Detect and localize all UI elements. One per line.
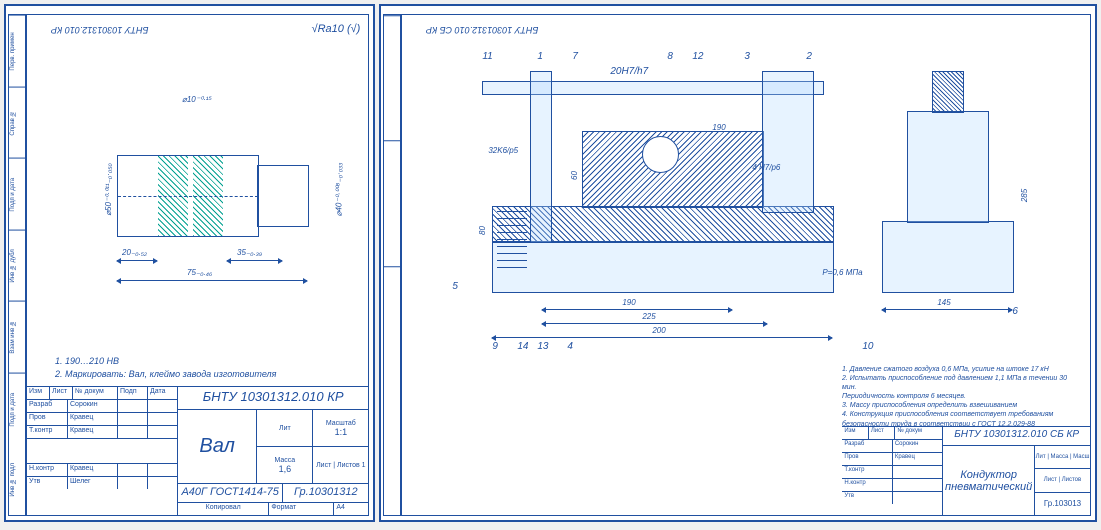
note-2: 2. Маркировать: Вал, клеймо завода изгот… (55, 368, 276, 381)
balloon-14: 14 (517, 341, 528, 352)
balloon-13: 13 (537, 341, 548, 352)
dim-200: 200 (652, 326, 665, 335)
assembly-name-1: Кондуктор (960, 469, 1017, 481)
dim-20: 20₋₀.₅₂ (122, 248, 147, 257)
vtab: Инв № подл (9, 444, 25, 515)
dim-d50: ⌀50⁻⁰·⁰¹¹₋₀·₀₅₀ (104, 163, 113, 216)
balloon-1: 1 (537, 51, 543, 62)
vtab: Подп и дата (9, 373, 25, 445)
vertical-fold-tabs: Перв. примен Справ № Подп и дата Инв № д… (8, 14, 26, 516)
sheet-assembly-drawing: БНТУ 10301312.010 СБ КР 11 1 7 20H7/h7 8… (379, 4, 1097, 522)
dim-145: 145 (937, 298, 950, 307)
surface-finish: √Ra10 (√) (312, 23, 361, 35)
drawing-code-rotated: БНТУ 10301312.010 СБ КР (426, 25, 538, 35)
drawing-number: БНТУ 10301312.010 КР (178, 387, 368, 410)
group: Гр.10301312 (283, 484, 368, 502)
balloon-9: 9 (492, 341, 498, 352)
vtab: Справ № (9, 87, 25, 159)
balloon-11: 11 (482, 51, 492, 62)
dim-190: 190 (712, 123, 725, 132)
note-4: 4. Конструкция приспособления соответств… (842, 410, 1082, 419)
assembly-name-2: пневматический (945, 481, 1032, 493)
balloon-7: 7 (572, 51, 578, 62)
fit-4: 4 H7/p6 (752, 163, 780, 172)
title-block-assembly: ИзмЛист№ докум РазрабСорокин ПровКравец … (842, 426, 1090, 515)
vtab: Подп и дата (9, 158, 25, 230)
note-2: 2. Испытать приспособление под давлением… (842, 374, 1082, 392)
dim-h190: 190 (622, 298, 635, 307)
balloon-12: 12 (692, 51, 703, 62)
assembly-view-main: 11 1 7 20H7/h7 8 12 3 2 5 9 14 13 4 10 6… (442, 51, 1022, 361)
dim-80: 80 (478, 226, 487, 235)
balloon-2: 2 (806, 51, 812, 62)
balloon-4: 4 (567, 341, 573, 352)
balloon-3: 3 (744, 51, 750, 62)
dim-d10: ⌀10⁻⁰·¹⁵ (182, 95, 212, 104)
technical-notes: 1. 190…210 HB 2. Маркировать: Вал, клейм… (55, 355, 276, 380)
pressure: P=0,6 МПа (822, 268, 862, 277)
material: А40Г ГОСТ1414-75 (178, 484, 283, 502)
balloon-8: 8 (667, 51, 673, 62)
drawing-code-rotated: БНТУ 10301312.010 КР (51, 25, 148, 35)
technical-notes: 1. Давление сжатого воздуха 0,6 МПа, уси… (842, 365, 1082, 429)
dim-285: 285 (1021, 189, 1030, 202)
vtab: Взам инв № (9, 301, 25, 373)
fit-20: 20H7/h7 (610, 66, 648, 77)
vtab: Перв. примен (9, 15, 25, 87)
dim-60: 60 (570, 171, 579, 180)
assembly-group: Гр.103013 (1035, 493, 1090, 515)
shaft-part-view: ⌀10⁻⁰·¹⁵ ⌀50⁻⁰·⁰¹¹₋₀·₀₅₀ ⌀40⁻⁰·⁰⁰⁸₋₀·₀₃₃… (87, 105, 337, 285)
assembly-drawing-number: БНТУ 10301312.010 СБ КР (943, 427, 1090, 446)
sheet-shaft-drawing: Перв. примен Справ № Подп и дата Инв № д… (4, 4, 375, 522)
note-1: 1. 190…210 HB (55, 355, 276, 368)
balloon-10: 10 (862, 341, 873, 352)
dim-35: 35₋₀.₃₉ (237, 248, 262, 257)
note-3: 3. Массу приспособления определить взвеш… (842, 401, 1082, 410)
dim-75: 75₋₀.₄₆ (187, 268, 212, 277)
part-name: Вал (178, 410, 257, 483)
vtab: Инв № дубл (9, 230, 25, 302)
title-block: ИзмЛист№ докумПодпДата РазрабСорокин Про… (27, 386, 368, 515)
note-2b: Периодичность контроля 6 месяцев. (842, 392, 1082, 401)
vertical-fold-tabs (383, 14, 401, 516)
fit-32: 32K6/p5 (488, 146, 518, 155)
dim-d40: ⌀40⁻⁰·⁰⁰⁸₋₀·₀₃₃ (334, 163, 343, 217)
balloon-5: 5 (452, 281, 458, 292)
dim-225: 225 (642, 312, 655, 321)
note-1: 1. Давление сжатого воздуха 0,6 МПа, уси… (842, 365, 1082, 374)
